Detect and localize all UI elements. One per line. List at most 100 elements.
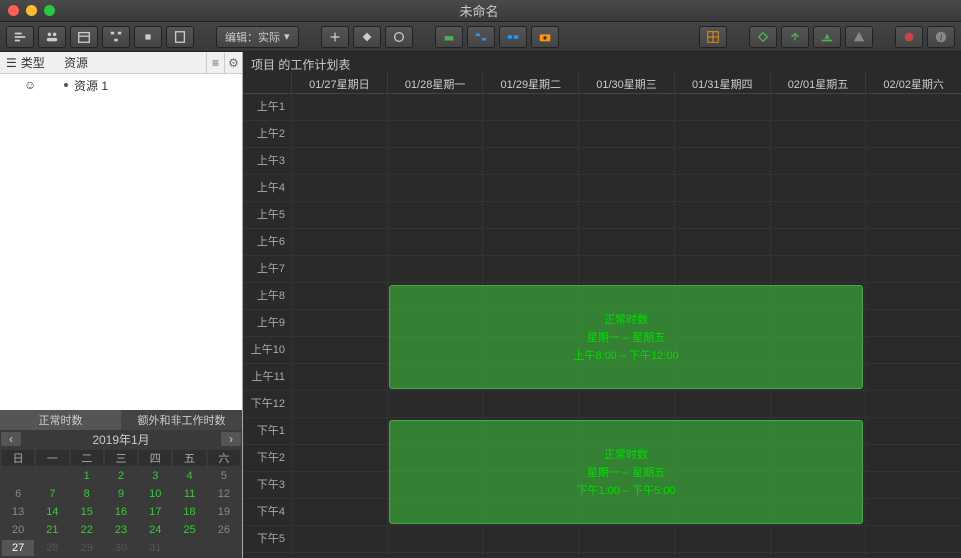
record-icon[interactable] [895,26,923,48]
grid-cell[interactable] [291,283,387,309]
cal-day[interactable]: 3 [139,468,171,484]
cal-day[interactable] [36,468,68,484]
grid-cell[interactable] [578,175,674,201]
baseline-icon[interactable] [813,26,841,48]
work-block[interactable]: 正常时数星期一 – 星期五上午8:00 – 下午12:00 [389,285,864,389]
grid-cell[interactable] [865,391,961,417]
cal-day[interactable]: 2 [105,468,137,484]
zoom-button[interactable] [44,5,55,16]
cal-day[interactable] [173,540,205,556]
grid-cell[interactable] [770,94,866,120]
cal-day[interactable]: 16 [105,504,137,520]
grid-cell[interactable] [865,499,961,525]
cal-day[interactable]: 25 [173,522,205,538]
grid-cell[interactable] [578,553,674,558]
grid-cell[interactable] [291,148,387,174]
cal-day[interactable]: 7 [36,486,68,502]
work-block[interactable]: 正常时数星期一 – 星期五下午1:00 – 下午5:00 [389,420,864,524]
cal-day[interactable]: 12 [208,486,240,502]
grid-cell[interactable] [387,202,483,228]
cal-day[interactable]: 28 [36,540,68,556]
grid-cell[interactable] [865,553,961,558]
cal-day[interactable]: 17 [139,504,171,520]
grid-cell[interactable] [291,202,387,228]
cal-day[interactable]: 11 [173,486,205,502]
grid-cell[interactable] [291,364,387,390]
grid-cell[interactable] [674,148,770,174]
grid-cell[interactable] [291,256,387,282]
grid-cell[interactable] [865,445,961,471]
cal-day[interactable]: 10 [139,486,171,502]
grid-cell[interactable] [674,256,770,282]
grid-cell[interactable] [578,121,674,147]
cal-day[interactable]: 26 [208,522,240,538]
view-report-icon[interactable] [166,26,194,48]
grid-cell[interactable] [865,283,961,309]
grid-cell[interactable] [865,175,961,201]
grid-cell[interactable] [865,229,961,255]
grid-cell[interactable] [578,229,674,255]
tab-normal-hours[interactable]: 正常时数 [0,410,121,430]
cal-day[interactable]: 14 [36,504,68,520]
grid-cell[interactable] [482,526,578,552]
view-resources-icon[interactable] [38,26,66,48]
grid-cell[interactable] [482,229,578,255]
grid-cell[interactable] [674,121,770,147]
grid-cell[interactable] [387,121,483,147]
view-calendar-icon[interactable] [70,26,98,48]
grid-cell[interactable] [387,229,483,255]
grid-cell[interactable] [865,202,961,228]
cal-day[interactable] [2,468,34,484]
cal-day[interactable]: 31 [139,540,171,556]
cal-day[interactable]: 1 [71,468,103,484]
grid-icon[interactable] [699,26,727,48]
grid-cell[interactable] [674,94,770,120]
grid-cell[interactable] [482,553,578,558]
grid-cell[interactable] [387,148,483,174]
column-config-icon[interactable]: ≡ [206,53,224,73]
grid-cell[interactable] [770,121,866,147]
cal-day[interactable]: 5 [208,468,240,484]
cal-day[interactable]: 22 [71,522,103,538]
action-icon[interactable] [385,26,413,48]
grid-cell[interactable] [770,391,866,417]
grid-cell[interactable] [865,148,961,174]
grid-cell[interactable] [865,121,961,147]
grid-cell[interactable] [291,391,387,417]
grid-cell[interactable] [291,121,387,147]
grid-cell[interactable] [865,256,961,282]
grid-cell[interactable] [578,94,674,120]
camera-icon[interactable] [531,26,559,48]
chain-icon[interactable] [499,26,527,48]
cal-day[interactable]: 27 [2,540,34,556]
cal-day[interactable]: 8 [71,486,103,502]
cal-day[interactable]: 15 [71,504,103,520]
grid-cell[interactable] [674,175,770,201]
grid-cell[interactable] [578,526,674,552]
inbox-icon[interactable] [435,26,463,48]
grid-cell[interactable] [291,310,387,336]
grid-cell[interactable] [291,553,387,558]
grid-cell[interactable] [770,553,866,558]
grid-cell[interactable] [387,553,483,558]
critical-path-icon[interactable] [749,26,777,48]
resource-row[interactable]: ☺ 资源 1 [0,74,242,96]
grid-cell[interactable] [578,148,674,174]
grid-cell[interactable] [578,391,674,417]
grid-cell[interactable] [674,553,770,558]
grid-cell[interactable] [865,337,961,363]
grid-cell[interactable] [770,148,866,174]
cal-day[interactable] [208,540,240,556]
grid-cell[interactable] [770,175,866,201]
grid-cell[interactable] [387,391,483,417]
grid-cell[interactable] [674,229,770,255]
grid-cell[interactable] [482,121,578,147]
grid-cell[interactable] [291,229,387,255]
grid-cell[interactable] [387,94,483,120]
grid-cell[interactable] [674,391,770,417]
grid-cell[interactable] [291,499,387,525]
cal-day[interactable]: 9 [105,486,137,502]
grid-cell[interactable] [482,94,578,120]
warning-icon[interactable] [845,26,873,48]
link-icon[interactable] [467,26,495,48]
